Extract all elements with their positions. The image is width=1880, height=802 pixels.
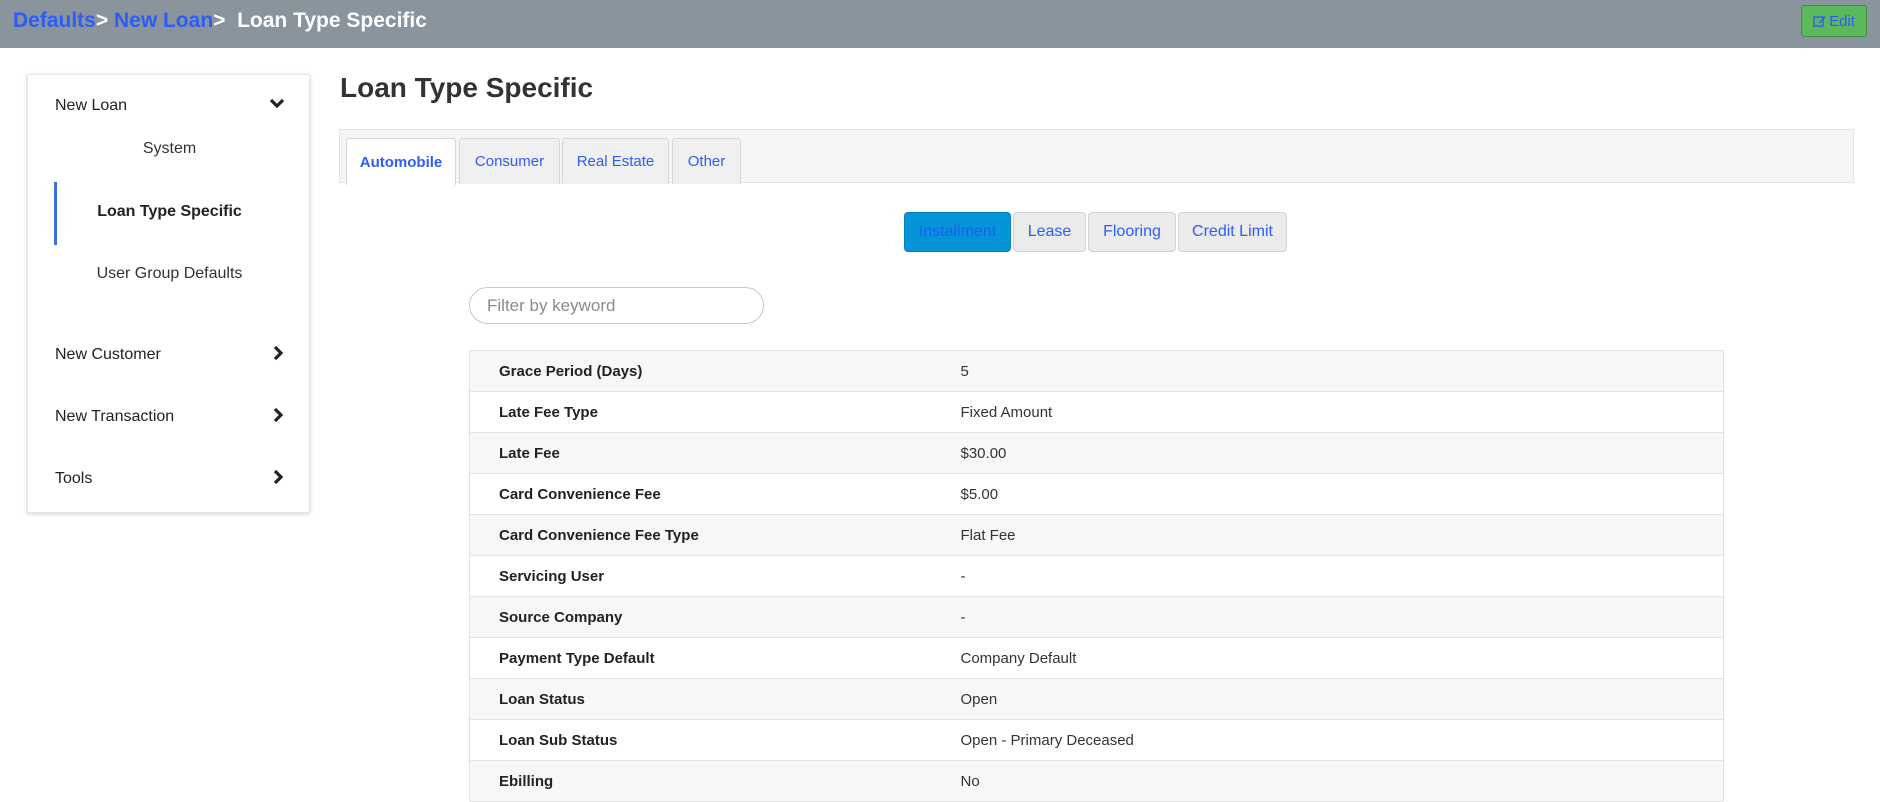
- table-row: Loan Status Open: [469, 678, 1724, 720]
- setting-value: $30.00: [960, 432, 1724, 474]
- setting-value: $5.00: [960, 473, 1724, 515]
- setting-label: Card Convenience Fee: [469, 473, 961, 515]
- breadcrumb: Defaults> New Loan> Loan Type Specific: [13, 9, 427, 33]
- setting-value: Open - Primary Deceased: [960, 719, 1724, 761]
- table-row: Card Convenience Fee Type Flat Fee: [469, 514, 1724, 556]
- sidebar-group-label: New Loan: [55, 97, 128, 114]
- table-row: Ebilling No: [469, 760, 1724, 802]
- sidebar-group-label: New Customer: [55, 346, 161, 363]
- table-row: Late Fee Type Fixed Amount: [469, 391, 1724, 433]
- loan-type-tabs: Automobile Consumer Real Estate Other: [339, 129, 1854, 185]
- setting-label: Servicing User: [469, 555, 961, 597]
- setting-label: Card Convenience Fee Type: [469, 514, 961, 556]
- table-row: Grace Period (Days) 5: [469, 350, 1724, 392]
- chevron-right-icon: [273, 407, 285, 428]
- tab-real-estate[interactable]: Real Estate: [562, 138, 669, 184]
- sidebar-group-new-transaction[interactable]: New Transaction: [55, 402, 285, 432]
- table-row: Card Convenience Fee $5.00: [469, 473, 1724, 515]
- sidebar-group-label: New Transaction: [55, 408, 175, 425]
- setting-label: Payment Type Default: [469, 637, 961, 679]
- subtab-flooring[interactable]: Flooring: [1088, 212, 1176, 252]
- setting-value: 5: [960, 350, 1724, 392]
- edit-icon: [1813, 14, 1827, 28]
- sidebar-group-new-loan[interactable]: New Loan: [55, 91, 285, 121]
- setting-label: Late Fee Type: [469, 391, 961, 433]
- table-row: Payment Type Default Company Default: [469, 637, 1724, 679]
- subtab-lease[interactable]: Lease: [1013, 212, 1086, 252]
- tab-consumer[interactable]: Consumer: [459, 138, 560, 184]
- table-row: Loan Sub Status Open - Primary Deceased: [469, 719, 1724, 761]
- sidebar-group-tools[interactable]: Tools: [55, 464, 285, 494]
- setting-value: -: [960, 596, 1724, 638]
- breadcrumb-separator: >: [95, 9, 109, 32]
- subtab-installment[interactable]: Installment: [904, 212, 1011, 252]
- chevron-right-icon: [273, 345, 285, 366]
- sidebar-item-user-group-defaults[interactable]: User Group Defaults: [28, 265, 311, 283]
- setting-label: Loan Status: [469, 678, 961, 720]
- edit-button-label: Edit: [1829, 12, 1855, 30]
- page-title: Loan Type Specific: [340, 72, 594, 103]
- sidebar-item-loan-type-specific[interactable]: Loan Type Specific: [28, 203, 311, 221]
- chevron-right-icon: [273, 469, 285, 490]
- sidebar-item-system[interactable]: System: [28, 140, 311, 158]
- setting-label: Ebilling: [469, 760, 961, 802]
- edit-button[interactable]: Edit: [1801, 5, 1867, 37]
- table-row: Servicing User -: [469, 555, 1724, 597]
- subtab-credit-limit[interactable]: Credit Limit: [1178, 212, 1287, 252]
- sidebar: New Loan System Loan Type Specific User …: [27, 74, 310, 513]
- settings-table: Grace Period (Days) 5 Late Fee Type Fixed A…: [469, 350, 1724, 802]
- setting-value: Fixed Amount: [960, 391, 1724, 433]
- setting-label: Source Company: [469, 596, 961, 638]
- setting-value: -: [960, 555, 1724, 597]
- setting-value: No: [960, 760, 1724, 802]
- breadcrumb-separator: >: [213, 9, 226, 32]
- setting-label: Grace Period (Days): [469, 350, 961, 392]
- setting-value: Open: [960, 678, 1724, 720]
- sidebar-group-label: Tools: [55, 470, 93, 487]
- table-row: Source Company -: [469, 596, 1724, 638]
- top-bar: Defaults> New Loan> Loan Type Specific E…: [0, 0, 1880, 48]
- breadcrumb-defaults-link[interactable]: Defaults: [13, 9, 96, 32]
- sidebar-group-new-customer[interactable]: New Customer: [55, 340, 285, 370]
- breadcrumb-current: Loan Type Specific: [237, 9, 427, 32]
- table-row: Late Fee $30.00: [469, 432, 1724, 474]
- setting-label: Loan Sub Status: [469, 719, 961, 761]
- chevron-down-icon: [269, 97, 285, 115]
- tab-automobile[interactable]: Automobile: [346, 138, 456, 185]
- setting-label: Late Fee: [469, 432, 961, 474]
- breadcrumb-new-loan-link[interactable]: New Loan: [114, 9, 213, 32]
- setting-value: Flat Fee: [960, 514, 1724, 556]
- setting-value: Company Default: [960, 637, 1724, 679]
- filter-input[interactable]: [469, 287, 764, 324]
- tab-other[interactable]: Other: [672, 138, 741, 184]
